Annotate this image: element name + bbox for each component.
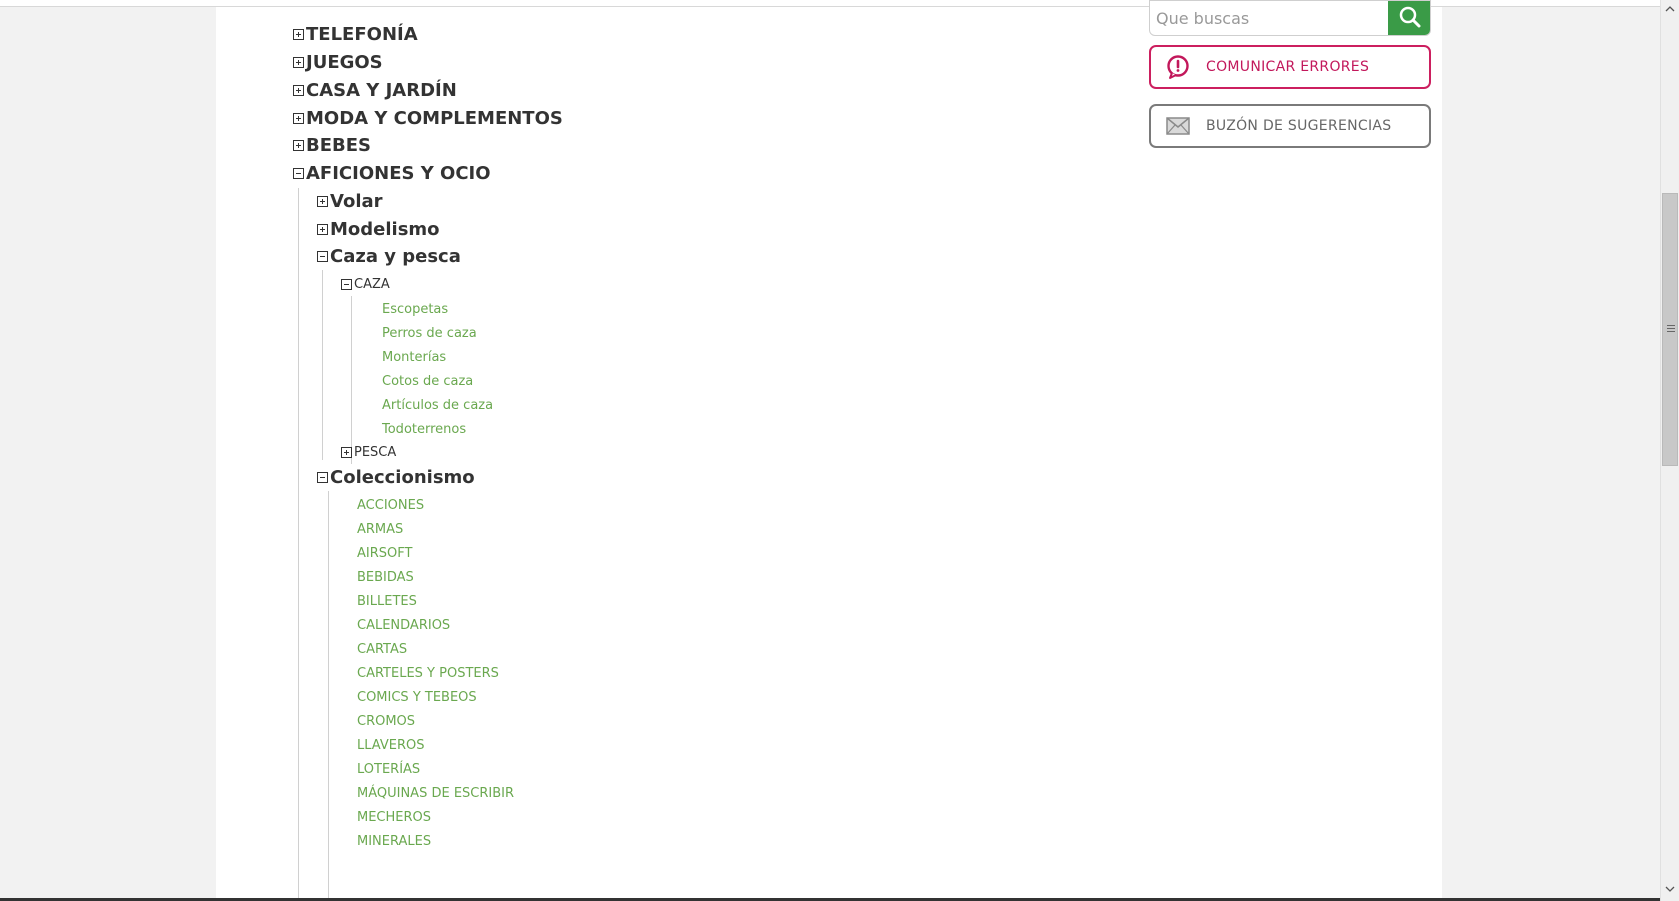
collapse-icon[interactable] [293,167,304,179]
suggestions-label[interactable]: BUZÓN DE SUGERENCIAS [1206,118,1391,134]
tree-item-label[interactable]: AFICIONES Y OCIO [306,163,491,184]
page-content: TELEFONÍA JUEGOS CASA Y JARDÍN MODA Y CO… [216,0,1442,901]
tree-leaf-link[interactable]: BILLETES [357,591,417,611]
tree-leaf-link[interactable]: Cotos de caza [382,371,473,391]
tree-item-telefonia[interactable]: TELEFONÍA [293,21,418,47]
alert-bubble-icon [1163,52,1193,82]
tree-leaf-link[interactable]: LLAVEROS [357,735,424,755]
tree-leaf-link[interactable]: ARMAS [357,519,403,539]
tree-item-modelismo[interactable]: Modelismo [317,216,440,242]
collapse-icon[interactable] [317,250,328,262]
tree-leaf-link[interactable]: MINERALES [357,831,431,851]
tree-item-label[interactable]: JUEGOS [306,52,383,73]
expand-icon[interactable] [341,446,352,458]
tree-item-label[interactable]: MODA Y COMPLEMENTOS [306,108,563,129]
tree-leaf-link[interactable]: ACCIONES [357,495,424,515]
tree-item-label[interactable]: Coleccionismo [330,467,475,488]
tree-item-label[interactable]: Modelismo [330,219,440,240]
scroll-down-arrow-icon[interactable] [1661,880,1679,897]
tree-item-label[interactable]: Caza y pesca [330,246,461,267]
tree-item-bebes[interactable]: BEBES [293,132,371,158]
tree-leaf-link[interactable]: CALENDARIOS [357,615,450,635]
tree-leaf-link[interactable]: LOTERÍAS [357,759,420,779]
report-errors-label[interactable]: COMUNICAR ERRORES [1206,59,1369,75]
tree-item-label[interactable]: TELEFONÍA [306,24,418,45]
tree-leaf-link[interactable]: Escopetas [382,299,448,319]
tree-leaf-link[interactable]: Artículos de caza [382,395,493,415]
tree-item-label[interactable]: BEBES [306,135,371,156]
collapse-icon[interactable] [317,471,328,483]
tree-leaf-link[interactable]: Monterías [382,347,446,367]
tree-guide-line [351,296,352,464]
expand-icon[interactable] [293,112,304,124]
tree-leaf-link[interactable]: CARTAS [357,639,407,659]
tree-item-label[interactable]: CAZA [354,277,390,292]
category-tree: TELEFONÍA JUEGOS CASA Y JARDÍN MODA Y CO… [216,7,1116,901]
tree-guide-line [322,270,323,460]
tree-item-casa-jardin[interactable]: CASA Y JARDÍN [293,77,457,103]
grip-icon [1667,325,1675,326]
expand-icon[interactable] [317,223,328,235]
tree-item-caza[interactable]: CAZA [341,274,390,294]
scroll-up-arrow-icon[interactable] [1661,0,1679,17]
tree-guide-line [298,188,299,901]
tree-item-moda[interactable]: MODA Y COMPLEMENTOS [293,105,563,131]
search-box [1149,0,1431,36]
report-errors-button[interactable]: COMUNICAR ERRORES [1149,45,1431,89]
tree-item-volar[interactable]: Volar [317,188,383,214]
search-icon [1399,6,1420,28]
search-button[interactable] [1388,1,1430,35]
tree-leaf-link[interactable]: CARTELES Y POSTERS [357,663,499,683]
tree-leaf-link[interactable]: CROMOS [357,711,415,731]
expand-icon[interactable] [293,139,304,151]
envelope-icon [1163,111,1193,141]
tree-item-label[interactable]: Volar [330,191,383,212]
collapse-icon[interactable] [341,278,352,290]
expand-icon[interactable] [317,195,328,207]
tree-leaf-link[interactable]: Perros de caza [382,323,477,343]
expand-icon[interactable] [293,84,304,96]
tree-guide-line [328,491,329,901]
tree-leaf-link[interactable]: BEBIDAS [357,567,414,587]
tree-item-label[interactable]: CASA Y JARDÍN [306,80,457,101]
suggestions-button[interactable]: BUZÓN DE SUGERENCIAS [1149,104,1431,148]
tree-item-caza-pesca[interactable]: Caza y pesca [317,243,461,269]
expand-icon[interactable] [293,56,304,68]
tree-leaf-link[interactable]: MECHEROS [357,807,431,827]
tree-leaf-link[interactable]: Todoterrenos [382,419,466,439]
tree-item-juegos[interactable]: JUEGOS [293,49,383,75]
tree-item-label[interactable]: PESCA [354,445,396,460]
tree-leaf-link[interactable]: AIRSOFT [357,543,412,563]
expand-icon[interactable] [293,28,304,40]
vertical-scrollbar[interactable] [1660,0,1679,901]
tree-leaf-link[interactable]: COMICS Y TEBEOS [357,687,477,707]
search-input[interactable] [1150,1,1388,35]
tree-item-aficiones[interactable]: AFICIONES Y OCIO [293,160,491,186]
tree-item-pesca[interactable]: PESCA [341,442,396,462]
tree-item-coleccionismo[interactable]: Coleccionismo [317,464,475,490]
scrollbar-thumb[interactable] [1662,193,1678,466]
tree-leaf-link[interactable]: MÁQUINAS DE ESCRIBIR [357,783,514,803]
